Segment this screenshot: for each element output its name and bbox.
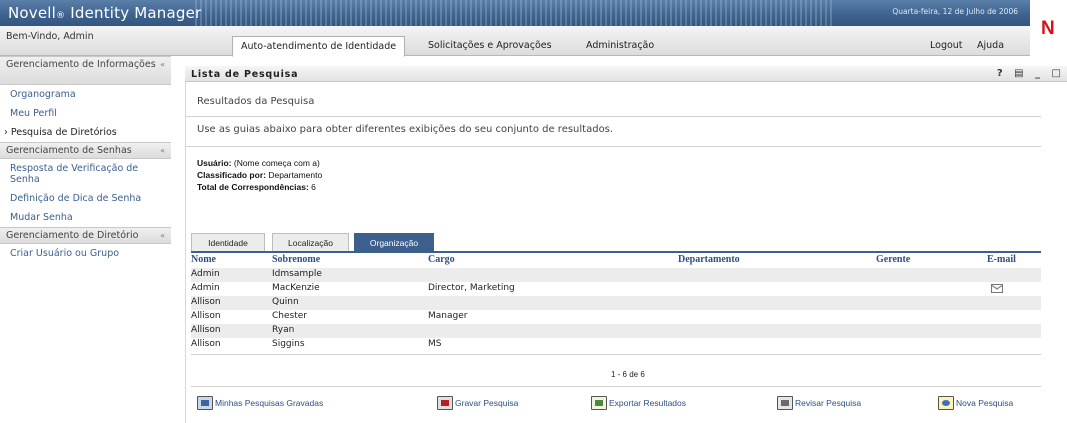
welcome-text: Bem-Vindo, Admin (6, 31, 94, 42)
save-icon (437, 396, 453, 410)
cell-cargo: Director, Marketing (428, 283, 515, 293)
sidebar-section-info-mgmt[interactable]: Gerenciamento de Informações « (0, 56, 171, 85)
column-header-nome[interactable]: Nome (191, 254, 216, 268)
tab-underline (191, 251, 1041, 253)
table-bottom-divider (191, 354, 1041, 355)
portlet-controls[interactable]: ? ▤ _ □ (997, 68, 1065, 79)
cell-sobrenome[interactable]: MacKenzie (272, 283, 320, 293)
nav-bar: Bem-Vindo, Admin Auto-atendimento de Ide… (0, 26, 1030, 57)
sidebar-item-password-challenge[interactable]: Resposta de Verificação de Senha (0, 159, 171, 189)
sidebar-item-my-profile[interactable]: Meu Perfil (0, 104, 171, 123)
criteria-sorted-value: Departamento (268, 170, 323, 180)
table-row[interactable]: Allison Chester Manager (191, 310, 1041, 324)
email-icon[interactable] (991, 284, 1003, 293)
cell-cargo: MS (428, 339, 442, 349)
criteria-total-label: Total de Correspondências: (197, 182, 309, 192)
action-label: Minhas Pesquisas Gravadas (215, 398, 324, 408)
product-title: Novell® Identity Manager (8, 4, 201, 22)
tab-administration[interactable]: Administração (578, 36, 662, 56)
search-list-portlet: Lista de Pesquisa ? ▤ _ □ Resultados da … (185, 66, 1067, 423)
column-header-cargo[interactable]: Cargo (428, 254, 455, 268)
cell-sobrenome[interactable]: Chester (272, 311, 307, 321)
revise-icon (777, 396, 793, 410)
sidebar-item-create-user-group[interactable]: Criar Usuário ou Grupo (0, 244, 171, 263)
sidebar-item-label: Pesquisa de Diretórios (10, 127, 117, 138)
cell-nome: Allison (191, 297, 221, 307)
cell-nome: Allison (191, 339, 221, 349)
collapse-icon[interactable]: « (160, 231, 165, 240)
divider (191, 386, 1041, 387)
instructions-text: Use as guias abaixo para obter diferente… (197, 124, 614, 135)
results-subtitle: Resultados da Pesquisa (197, 96, 315, 107)
cell-nome: Admin (191, 269, 220, 279)
date-display: Quarta-feira, 12 de Julho de 2006 (892, 7, 1018, 16)
criteria-sorted-label: Classificado por: (197, 170, 266, 180)
table-row[interactable]: Admin MacKenzie Director, Marketing (191, 282, 1041, 296)
logout-link[interactable]: Logout (930, 40, 963, 51)
column-header-email[interactable]: E-mail (987, 254, 1016, 268)
cell-nome: Allison (191, 311, 221, 321)
tab-identity-self-service[interactable]: Auto-atendimento de Identidade (232, 36, 406, 57)
column-header-departamento[interactable]: Departamento (678, 254, 740, 268)
action-label: Exportar Resultados (609, 398, 687, 408)
saved-searches-icon (197, 396, 213, 410)
product-name: Identity Manager (70, 4, 202, 22)
criteria-user: Usuário: (Nome começa com a) (197, 158, 320, 168)
action-label: Gravar Pesquisa (455, 398, 519, 408)
table-row[interactable]: Allison Ryan (191, 324, 1041, 338)
divider (186, 146, 1041, 147)
table-row[interactable]: Allison Siggins MS (191, 338, 1041, 352)
cell-nome: Admin (191, 283, 220, 293)
export-icon (591, 396, 607, 410)
tab-location[interactable]: Localização (272, 233, 349, 252)
banner-pattern (195, 0, 835, 26)
sidebar-section-password-mgmt[interactable]: Gerenciamento de Senhas « (0, 142, 171, 159)
criteria-user-label: Usuário: (197, 158, 232, 168)
cell-sobrenome[interactable]: Idmsample (272, 269, 322, 279)
sidebar-section-directory-mgmt[interactable]: Gerenciamento de Diretório « (0, 227, 171, 244)
brand-mark: ® (56, 11, 66, 21)
brand-name: Novell (8, 4, 57, 22)
portlet-header: Lista de Pesquisa ? ▤ _ □ (185, 66, 1067, 82)
divider (186, 116, 1041, 117)
cell-cargo: Manager (428, 311, 468, 321)
cell-sobrenome[interactable]: Siggins (272, 339, 305, 349)
criteria-total-value: 6 (311, 182, 316, 192)
collapse-icon[interactable]: « (160, 146, 165, 155)
sidebar: Gerenciamento de Informações « Organogra… (0, 56, 171, 263)
section-title: Gerenciamento de Informações (6, 59, 156, 70)
collapse-icon[interactable]: « (160, 60, 165, 69)
tab-organization[interactable]: Organização (354, 233, 434, 252)
section-title: Gerenciamento de Diretório (6, 230, 139, 241)
new-search-icon (938, 396, 954, 410)
portlet-body: Resultados da Pesquisa Use as guias abai… (185, 82, 1067, 423)
section-title: Gerenciamento de Senhas (6, 145, 132, 156)
portlet-title: Lista de Pesquisa (191, 69, 299, 80)
table-row[interactable]: Allison Quinn (191, 296, 1041, 310)
sidebar-item-directory-search[interactable]: › Pesquisa de Diretórios (0, 123, 171, 142)
cell-nome: Allison (191, 325, 221, 335)
criteria-sorted: Classificado por: Departamento (197, 170, 322, 180)
sidebar-item-password-hint[interactable]: Definição de Dica de Senha (0, 189, 171, 208)
tab-requests-approvals[interactable]: Solicitações e Aprovações (420, 36, 560, 56)
pagination-info: 1 - 6 de 6 (611, 370, 645, 379)
help-link[interactable]: Ajuda (977, 40, 1004, 51)
column-header-sobrenome[interactable]: Sobrenome (272, 254, 320, 268)
criteria-total: Total de Correspondências: 6 (197, 182, 316, 192)
sidebar-item-org-chart[interactable]: Organograma (0, 85, 171, 104)
sidebar-item-change-password[interactable]: Mudar Senha (0, 208, 171, 227)
action-label: Nova Pesquisa (956, 398, 1014, 408)
table-row[interactable]: Admin Idmsample (191, 268, 1041, 282)
cell-sobrenome[interactable]: Quinn (272, 297, 299, 307)
tab-identity[interactable]: Identidade (191, 233, 265, 252)
header-banner: Novell® Identity Manager Quarta-feira, 1… (0, 0, 1030, 26)
column-header-gerente[interactable]: Gerente (876, 254, 910, 268)
action-label: Revisar Pesquisa (795, 398, 862, 408)
novell-logo-icon: N (1041, 18, 1055, 39)
criteria-user-value: (Nome começa com a) (233, 158, 320, 168)
cell-sobrenome[interactable]: Ryan (272, 325, 294, 335)
